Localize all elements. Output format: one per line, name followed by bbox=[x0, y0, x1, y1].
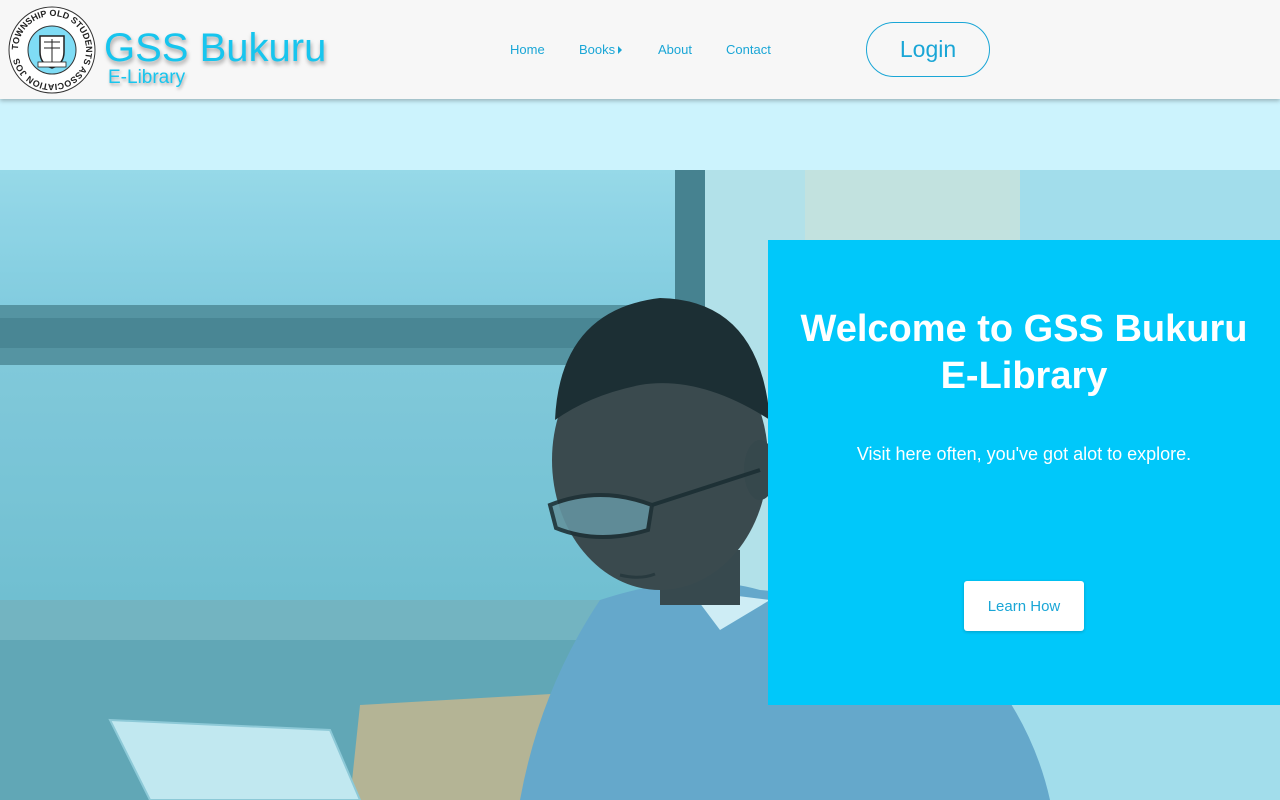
welcome-text: Visit here often, you've got alot to exp… bbox=[856, 444, 1192, 464]
brand-subtitle: E-Library bbox=[108, 67, 186, 88]
school-logo[interactable]: TOWNSHIP OLD STUDENTS ASSOCIATION JOS bbox=[8, 6, 96, 94]
welcome-panel: Welcome to GSS Bukuru E-Library Visit he… bbox=[768, 240, 1280, 705]
nav-books-label: Books bbox=[579, 42, 616, 57]
nav-about[interactable]: About bbox=[658, 41, 692, 59]
site-header: TOWNSHIP OLD STUDENTS ASSOCIATION JOS GS… bbox=[0, 0, 1280, 99]
learn-how-button[interactable]: Learn How bbox=[964, 581, 1084, 631]
brand-title[interactable]: GSS Bukuru bbox=[104, 24, 326, 72]
nav-contact[interactable]: Contact bbox=[726, 41, 771, 59]
caret-right-icon bbox=[618, 46, 623, 54]
nav-home[interactable]: Home bbox=[510, 41, 545, 59]
nav-books[interactable]: Books bbox=[579, 41, 623, 59]
welcome-title: Welcome to GSS Bukuru E-Library bbox=[768, 306, 1280, 400]
welcome-title-line2: E-Library bbox=[940, 355, 1108, 397]
welcome-title-line1: Welcome to GSS Bukuru bbox=[800, 308, 1248, 350]
login-button[interactable]: Login bbox=[866, 22, 990, 77]
